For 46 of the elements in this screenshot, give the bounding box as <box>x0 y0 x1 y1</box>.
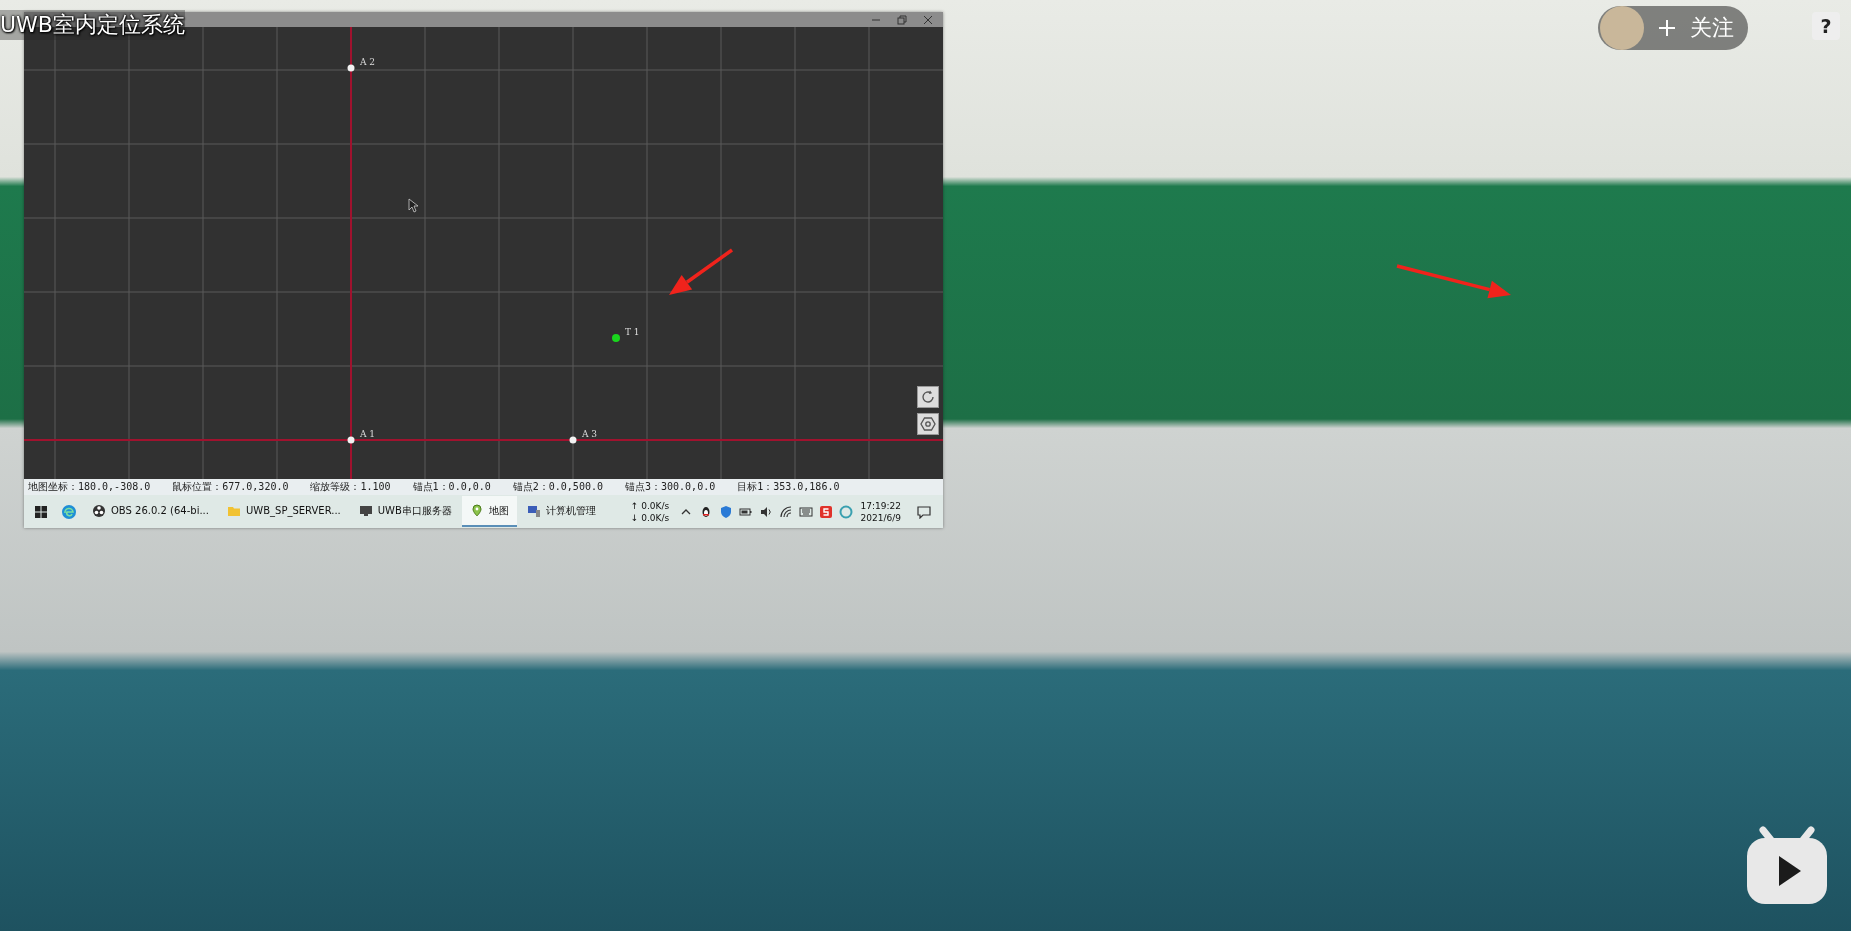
taskbar-button[interactable]: 地图 <box>461 496 517 527</box>
monitor-icon <box>358 503 373 518</box>
clock-date: 2021/6/9 <box>860 511 901 524</box>
shield-icon[interactable] <box>718 504 733 519</box>
tv-play-icon[interactable] <box>1745 826 1829 906</box>
wifi-icon[interactable] <box>778 504 793 519</box>
cursor-icon <box>408 198 419 213</box>
status-text: 地图坐标：180.0,-308.0 <box>28 480 151 494</box>
status-text: 鼠标位置：677.0,320.0 <box>172 480 289 494</box>
settings-button[interactable] <box>917 413 939 435</box>
computer-icon <box>526 503 541 518</box>
anchor-dot <box>569 436 577 444</box>
settings-icon <box>920 416 936 432</box>
status-text: 锚点1：0.0,0.0 <box>412 480 491 494</box>
input-method-icon[interactable] <box>818 504 833 519</box>
taskbar-button[interactable]: 计算机管理 <box>518 496 619 527</box>
node-label: A 3 <box>582 429 598 439</box>
status-text: 目标1：353.0,186.0 <box>737 480 840 494</box>
status-text: 锚点2：0.0,500.0 <box>512 480 603 494</box>
plus-icon <box>1658 19 1676 37</box>
download-speed: ↓ 0.0K/s <box>630 511 670 524</box>
video-caption: UWB室内定位系统 <box>0 10 185 40</box>
refresh-icon <box>920 389 936 405</box>
node-label: T 1 <box>625 327 640 337</box>
anchor-dot <box>347 436 355 444</box>
refresh-button[interactable] <box>917 386 939 408</box>
anchor-dot <box>347 64 355 72</box>
status-text: 锚点3：300.0,0.0 <box>625 480 716 494</box>
node-label: A 1 <box>360 429 376 439</box>
upload-speed: ↑ 0.0K/s <box>630 499 670 512</box>
tag-dot <box>612 334 620 342</box>
node-label: A 2 <box>360 57 376 67</box>
map-pin-icon <box>469 503 484 518</box>
notification-icon[interactable] <box>917 504 931 519</box>
taskbar-button[interactable]: OBS 26.0.2 (64-bi... <box>84 496 217 527</box>
taskbar-button[interactable]: UWB_SP_SERVER... <box>218 496 349 527</box>
clock-time: 17:19:22 <box>860 499 901 512</box>
annotation-arrow <box>669 248 734 295</box>
taskbar-button[interactable]: UWB串口服务器 <box>350 496 460 527</box>
keyboard-icon[interactable] <box>798 504 813 519</box>
restore-icon[interactable] <box>897 14 907 25</box>
help-button[interactable]: ? <box>1812 12 1840 40</box>
close-icon[interactable] <box>923 14 933 25</box>
obs-logo-icon <box>92 503 106 518</box>
follow-button[interactable]: 关注 <box>1598 6 1748 50</box>
status-text: 缩放等级：1.100 <box>310 480 391 494</box>
